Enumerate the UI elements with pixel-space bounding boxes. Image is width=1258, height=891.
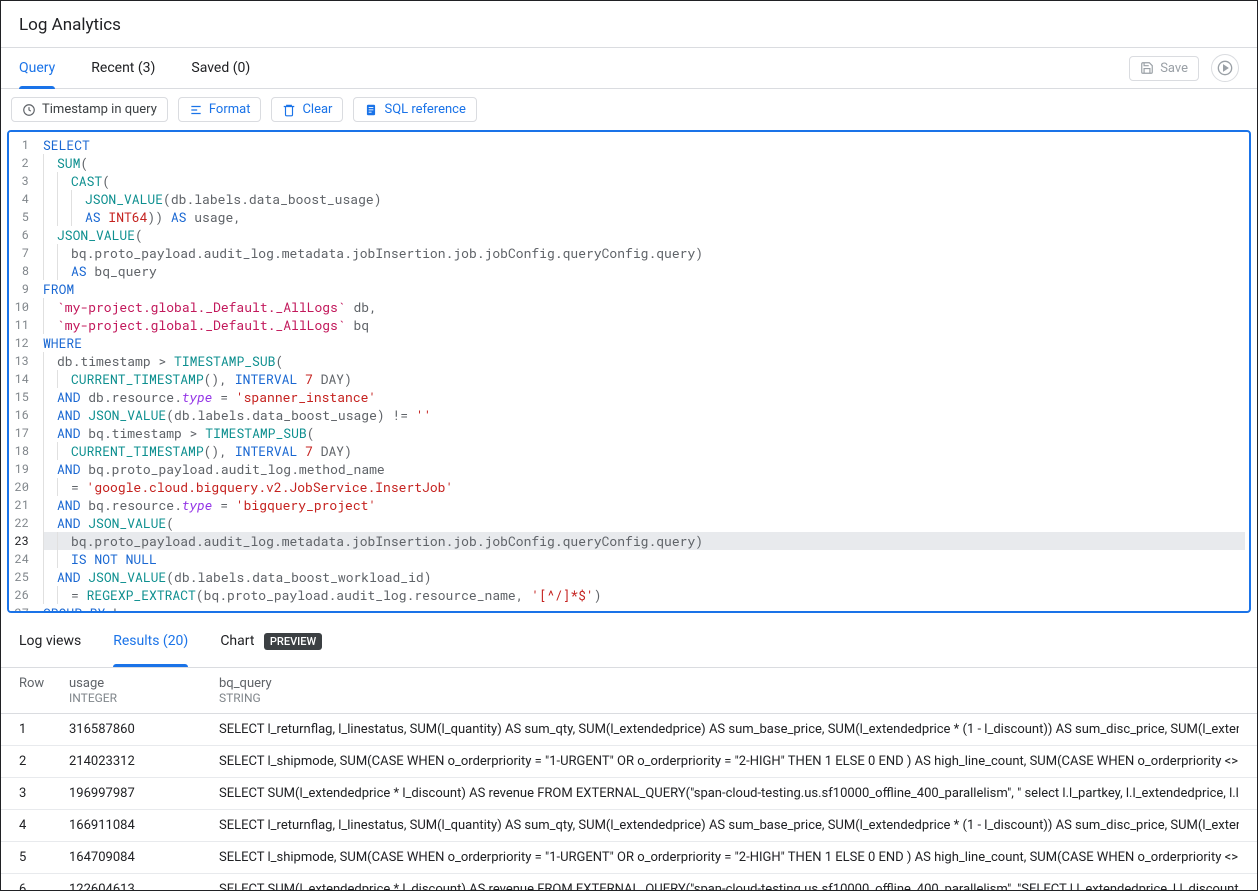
preview-badge: PREVIEW [264,633,322,650]
col-bqquery-header[interactable]: bq_query [219,676,1239,691]
format-icon [189,103,203,117]
cell-bqquery: SELECT l_returnflag, l_linestatus, SUM(l… [219,722,1239,737]
top-tab-bar: Query Recent (3) Saved (0) Save [1,48,1257,89]
cell-row: 1 [19,722,69,737]
cell-usage: 166911084 [69,818,219,833]
table-row[interactable]: 1316587860SELECT l_returnflag, l_linesta… [1,714,1257,746]
col-usage-header[interactable]: usage [69,676,219,691]
grid-header: Row usage INTEGER bq_query STRING [1,668,1257,714]
save-button[interactable]: Save [1129,56,1199,81]
doc-icon [364,103,378,117]
results-tab-chart[interactable]: Chart PREVIEW [220,629,322,657]
cell-usage: 122604613 [69,882,219,890]
results-tab-log-views[interactable]: Log views [19,629,81,657]
cell-bqquery: SELECT l_shipmode, SUM(CASE WHEN o_order… [219,850,1239,865]
editor-toolbar: Timestamp in query Format Clear SQL refe… [1,89,1257,130]
cell-bqquery: SELECT l_shipmode, SUM(CASE WHEN o_order… [219,754,1239,769]
table-row[interactable]: 2214023312SELECT l_shipmode, SUM(CASE WH… [1,746,1257,778]
trash-icon [282,103,296,117]
cell-row: 3 [19,786,69,801]
clock-icon [22,103,36,117]
page-title: Log Analytics [19,15,1239,35]
col-row-header: Row [19,676,69,691]
format-button[interactable]: Format [178,97,262,122]
run-icon [1217,60,1233,76]
cell-row: 5 [19,850,69,865]
cell-row: 2 [19,754,69,769]
table-row[interactable]: 3196997987SELECT SUM(l_extendedprice * l… [1,778,1257,810]
code-area[interactable]: SELECTSUM(CAST(JSON_VALUE(db.labels.data… [37,132,1249,613]
cell-usage: 196997987 [69,786,219,801]
cell-bqquery: SELECT SUM(l_extendedprice * l_discount)… [219,882,1239,890]
tab-query[interactable]: Query [19,48,55,88]
cell-usage: 316587860 [69,722,219,737]
run-button[interactable] [1211,54,1239,82]
save-icon [1140,61,1154,75]
table-row[interactable]: 6122604613SELECT SUM(l_extendedprice * l… [1,874,1257,890]
cell-bqquery: SELECT SUM(l_extendedprice * l_discount)… [219,786,1239,801]
tab-recent[interactable]: Recent (3) [91,48,155,88]
cell-usage: 164709084 [69,850,219,865]
cell-bqquery: SELECT l_returnflag, l_linestatus, SUM(l… [219,818,1239,833]
sql-reference-button[interactable]: SQL reference [353,97,476,122]
sql-editor[interactable]: 1234567891011121314151617181920212223242… [7,130,1251,613]
clear-button[interactable]: Clear [271,97,343,122]
cell-row: 4 [19,818,69,833]
col-bqquery-type: STRING [219,691,1239,705]
results-tab-results[interactable]: Results (20) [113,629,188,657]
tab-saved[interactable]: Saved (0) [191,48,250,88]
col-usage-type: INTEGER [69,691,219,705]
cell-row: 6 [19,882,69,890]
line-number-gutter: 1234567891011121314151617181920212223242… [9,132,37,613]
results-grid: Row usage INTEGER bq_query STRING 131658… [1,668,1257,890]
timestamp-in-query-button[interactable]: Timestamp in query [11,97,168,122]
table-row[interactable]: 4166911084SELECT l_returnflag, l_linesta… [1,810,1257,842]
cell-usage: 214023312 [69,754,219,769]
page-header: Log Analytics [1,1,1257,48]
table-row[interactable]: 5164709084SELECT l_shipmode, SUM(CASE WH… [1,842,1257,874]
results-tab-bar: Log views Results (20) Chart PREVIEW [1,619,1257,668]
